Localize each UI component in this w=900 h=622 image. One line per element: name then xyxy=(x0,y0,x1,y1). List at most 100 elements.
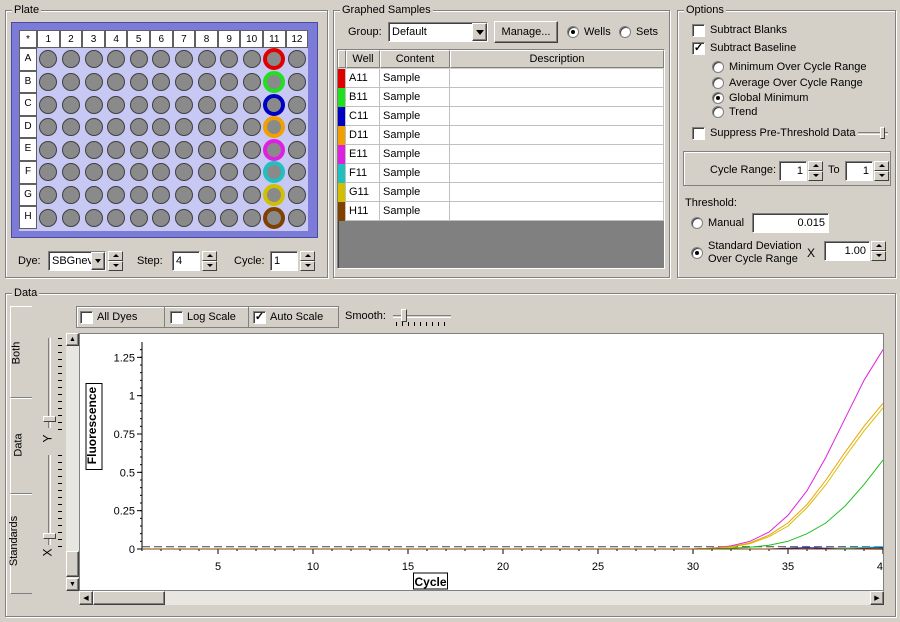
table-row[interactable]: F11 Sample xyxy=(338,164,664,183)
smooth-slider-thumb[interactable] xyxy=(401,309,407,322)
vscroll-thumb[interactable] xyxy=(66,551,79,577)
plate-well[interactable] xyxy=(107,95,126,114)
step-spin-up-icon[interactable] xyxy=(202,251,217,261)
table-row[interactable]: B11 Sample xyxy=(338,88,664,107)
plate-column-header[interactable]: 6 xyxy=(150,30,173,48)
column-header-well[interactable]: Well xyxy=(346,50,380,68)
plate-column-header[interactable]: 9 xyxy=(217,30,241,48)
plate-row-header[interactable]: F xyxy=(19,161,37,184)
plate-well[interactable] xyxy=(107,208,126,227)
cycle-spin-down-icon[interactable] xyxy=(300,261,315,271)
plate-well[interactable] xyxy=(107,72,126,91)
cycle-input[interactable]: 1 xyxy=(270,251,298,271)
plate-well[interactable] xyxy=(242,95,261,114)
plate-well[interactable] xyxy=(61,208,80,227)
plate-well[interactable] xyxy=(152,95,171,114)
plate-well[interactable] xyxy=(220,185,239,204)
group-select[interactable]: Default xyxy=(388,22,488,42)
plate-well[interactable] xyxy=(263,48,286,71)
std-dev-spinner[interactable] xyxy=(871,241,886,261)
chart-vscrollbar[interactable]: ▲ ▼ xyxy=(66,333,79,591)
plate-column-header[interactable]: 1 xyxy=(37,30,60,48)
std-dev-down-icon[interactable] xyxy=(871,251,886,261)
plate-row-header[interactable]: A xyxy=(19,48,37,71)
cycle-from-up-icon[interactable] xyxy=(808,161,823,171)
plate-well[interactable] xyxy=(220,118,239,137)
plate-well[interactable] xyxy=(39,50,58,69)
plate-well[interactable] xyxy=(263,183,286,206)
plate-well[interactable] xyxy=(39,185,58,204)
plate-well[interactable] xyxy=(287,140,306,159)
std-dev-input[interactable]: 1.00 xyxy=(824,241,870,261)
plate-well[interactable] xyxy=(263,138,286,161)
table-row[interactable]: E11 Sample xyxy=(338,145,664,164)
manage-button[interactable]: Manage... xyxy=(494,21,558,43)
plate-column-header[interactable]: 3 xyxy=(82,30,105,48)
plate-column-header[interactable]: 10 xyxy=(240,30,263,48)
tab-standards[interactable]: Standards xyxy=(8,494,32,594)
plate-row-header[interactable]: G xyxy=(19,183,37,207)
cycle-from-spinner[interactable] xyxy=(808,161,823,181)
plate-well[interactable] xyxy=(174,72,193,91)
plate-well[interactable] xyxy=(242,50,261,69)
plate-well[interactable] xyxy=(287,72,306,91)
plate-row-header[interactable]: D xyxy=(19,115,37,139)
dye-spin-up-icon[interactable] xyxy=(108,251,123,261)
plate-well[interactable] xyxy=(61,118,80,137)
plate-well[interactable] xyxy=(84,208,103,227)
plate-well[interactable] xyxy=(174,118,193,137)
subtract-blanks-checkbox[interactable] xyxy=(692,24,705,37)
plate-well[interactable] xyxy=(242,72,261,91)
plate-well[interactable] xyxy=(174,185,193,204)
plate-well[interactable] xyxy=(287,185,306,204)
cycle-to-down-icon[interactable] xyxy=(874,171,889,181)
plate-well[interactable] xyxy=(84,95,103,114)
plate-column-header[interactable]: 7 xyxy=(172,30,196,48)
cycle-spinner[interactable] xyxy=(300,251,315,271)
plate-well[interactable] xyxy=(197,163,216,182)
plate-well[interactable] xyxy=(197,140,216,159)
plate-well[interactable] xyxy=(129,72,148,91)
plate-well[interactable] xyxy=(174,50,193,69)
cycle-spin-up-icon[interactable] xyxy=(300,251,315,261)
plate-well[interactable] xyxy=(129,163,148,182)
plate-well[interactable] xyxy=(39,72,58,91)
fluorescence-chart[interactable]: 0 0.25 0.5 0.75 1 1.25 5 10 15 20 25 30 35 40 Cycle Flu… xyxy=(79,333,884,591)
x-zoom-thumb[interactable] xyxy=(43,533,56,539)
column-header-description[interactable]: Description xyxy=(450,50,664,68)
smooth-slider[interactable] xyxy=(393,309,451,322)
cycle-from-down-icon[interactable] xyxy=(808,171,823,181)
tab-data[interactable]: Data xyxy=(10,398,32,494)
plate-well[interactable] xyxy=(39,208,58,227)
cycle-from-input[interactable]: 1 xyxy=(779,161,807,181)
avg-over-cycle-radio[interactable] xyxy=(712,77,724,89)
dye-select[interactable]: SBGnev xyxy=(48,251,106,271)
plate-column-header[interactable]: 4 xyxy=(104,30,128,48)
plate-well[interactable] xyxy=(129,140,148,159)
suppress-slider-thumb[interactable] xyxy=(880,127,885,139)
plate-well[interactable] xyxy=(39,163,58,182)
plate-well[interactable] xyxy=(242,118,261,137)
plate-well[interactable] xyxy=(197,118,216,137)
plate-corner-cell[interactable]: * xyxy=(19,30,37,48)
plate-well[interactable] xyxy=(174,95,193,114)
plate-column-header[interactable]: 12 xyxy=(285,30,309,48)
hscroll-thumb[interactable] xyxy=(93,591,165,605)
std-dev-up-icon[interactable] xyxy=(871,241,886,251)
y-zoom-thumb[interactable] xyxy=(43,416,56,422)
plate-well[interactable] xyxy=(287,95,306,114)
plate-well[interactable] xyxy=(107,140,126,159)
plate-well[interactable] xyxy=(263,116,286,139)
plate-well[interactable] xyxy=(152,72,171,91)
plate-well[interactable] xyxy=(263,70,286,93)
min-over-cycle-radio[interactable] xyxy=(712,61,724,73)
plate-well[interactable] xyxy=(39,140,58,159)
manual-threshold-input[interactable]: 0.015 xyxy=(752,213,829,233)
step-spinner[interactable] xyxy=(202,251,217,271)
plate-well[interactable] xyxy=(220,95,239,114)
plate-well[interactable] xyxy=(263,161,286,184)
table-row[interactable]: H11 Sample xyxy=(338,202,664,221)
plate-column-header[interactable]: 11 xyxy=(263,30,286,48)
plate-well[interactable] xyxy=(129,50,148,69)
plate-well[interactable] xyxy=(61,163,80,182)
